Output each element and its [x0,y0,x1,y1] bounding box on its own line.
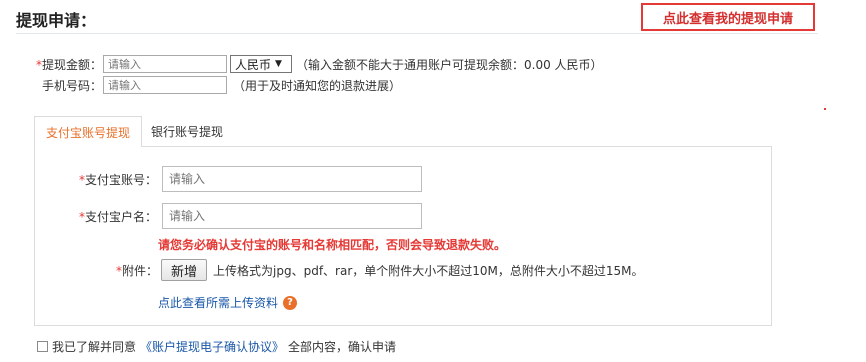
chevron-down-icon: ▼ [275,59,282,69]
page-title: 提现申请： [16,11,97,30]
title-divider [16,33,818,34]
amount-input[interactable] [103,55,228,73]
tab-bank[interactable]: 银行账号提现 [142,116,232,146]
agreement-checkbox[interactable] [37,341,48,352]
withdraw-tabs: 支付宝账号提现 银行账号提现 [34,116,772,147]
alipay-account-input[interactable] [162,166,423,192]
agreement-suffix: 全部内容，确认申请 [288,340,397,354]
attachment-label: *附件： [116,263,159,278]
alipay-account-label: *支付宝账号： [79,172,158,187]
help-icon[interactable]: ? [283,295,298,310]
currency-value: 人民币 [235,57,272,72]
alipay-name-input[interactable] [162,203,423,229]
alipay-name-row: *支付宝户名： [79,203,423,229]
account-warning: 请您务必确认支付宝的账号和名称相匹配，否则会导致退款失败。 [158,238,507,252]
currency-select[interactable]: 人民币 ▼ [230,55,293,73]
phone-row: 手机号码： （用于及时通知您的退款进展） [42,76,401,94]
required-docs-link-text[interactable]: 点此查看所需上传资料 [158,294,278,311]
alipay-name-label: *支付宝户名： [79,209,158,224]
amount-row: *提现金额： 人民币 ▼ （输入金额不能大于通用账户可提现余额：0.00 人民币… [36,55,603,73]
attachment-hint: 上传格式为jpg、pdf、rar，单个附件大小不超过10M，总附件大小不超过15… [213,263,644,278]
phone-label: 手机号码： [42,78,103,93]
phone-input[interactable] [103,76,228,94]
amount-hint: （输入金额不能大于通用账户可提现余额：0.00 人民币） [296,57,603,72]
phone-hint: （用于及时通知您的退款进展） [233,78,402,93]
agreement-prefix: 我已了解并同意 [52,340,137,354]
agreement-row: 我已了解并同意 《账户提现电子确认协议》 全部内容，确认申请 [37,338,396,355]
alipay-account-row: *支付宝账号： [79,166,423,192]
add-attachment-button[interactable]: 新增 [161,259,208,281]
decorative-dot [824,108,826,110]
agreement-link[interactable]: 《账户提现电子确认协议》 [140,338,284,355]
view-withdrawals-link[interactable]: 点此查看我的提现申请 [641,3,815,31]
amount-label: *提现金额： [36,57,103,72]
tab-alipay[interactable]: 支付宝账号提现 [34,116,142,147]
attachment-row: *附件： 新增 上传格式为jpg、pdf、rar，单个附件大小不超过10M，总附… [116,259,644,281]
required-docs-link[interactable]: 点此查看所需上传资料 ? [158,294,298,311]
